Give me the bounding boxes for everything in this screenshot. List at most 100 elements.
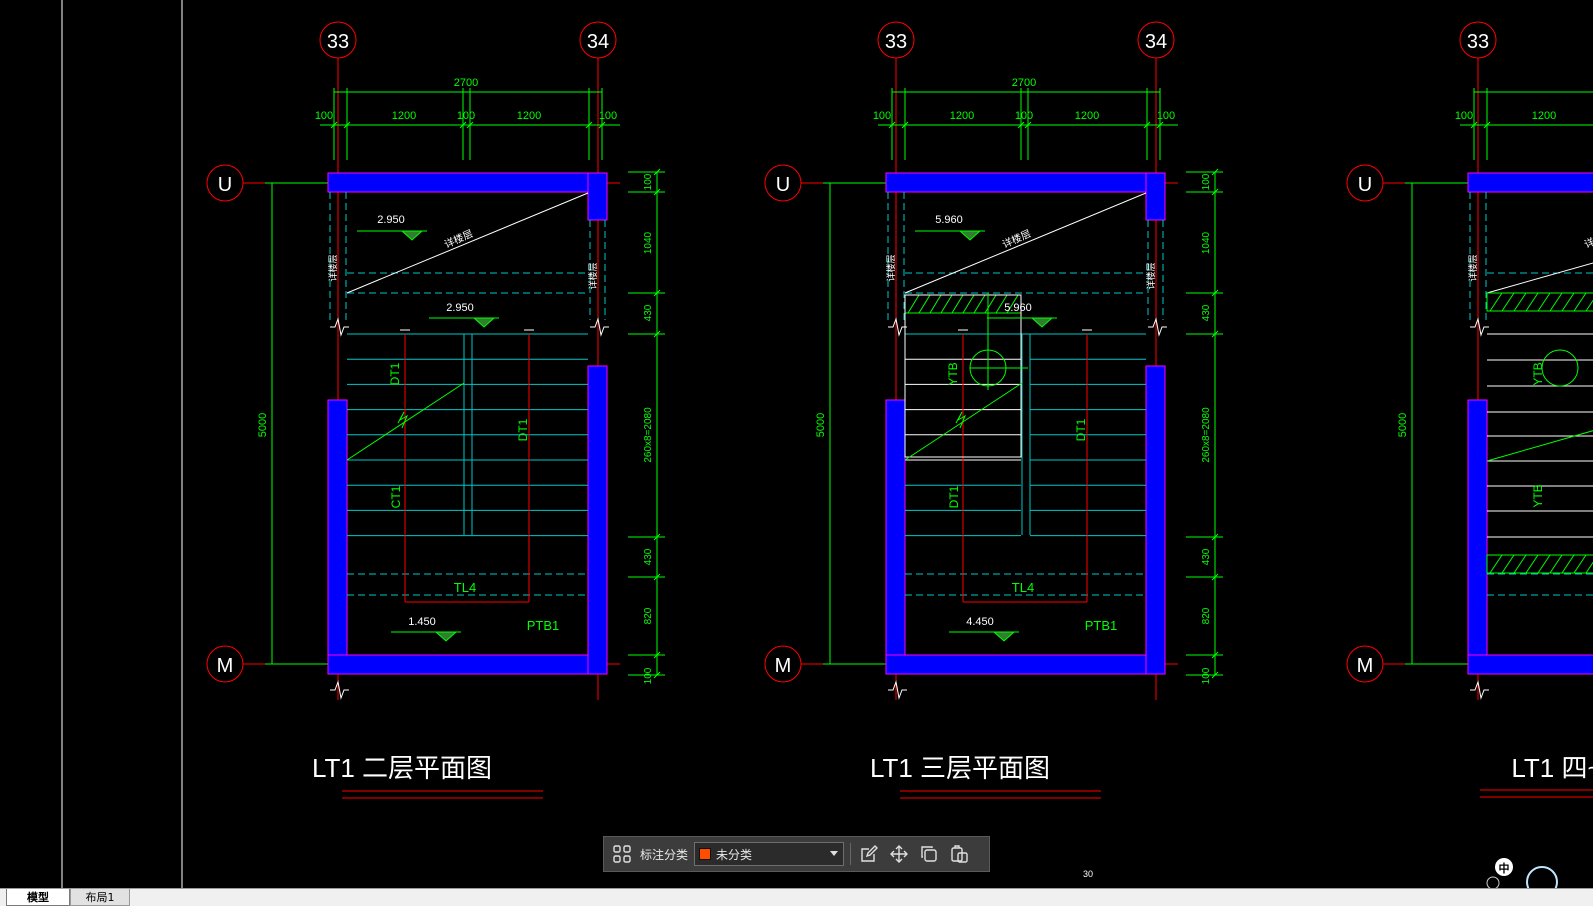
toolbar-separator xyxy=(850,843,852,865)
slab-label: 详楼层 xyxy=(1582,227,1593,251)
category-select-value: 未分类 xyxy=(716,847,753,862)
hatch-line xyxy=(1573,292,1587,312)
hatch-line xyxy=(1549,554,1563,574)
grid-bubble-label: 33 xyxy=(885,31,907,53)
wall-top xyxy=(1467,172,1593,193)
drawing-title: LT1 三层平面图 xyxy=(870,753,1050,783)
stair-plan-2: 33UM10012005000详楼层详楼层YTBYTBLT1 四~二十 xyxy=(1346,21,1593,798)
grid-icon[interactable] xyxy=(610,842,634,866)
dim-text: 5000 xyxy=(1397,413,1409,437)
hatch-line xyxy=(1489,554,1503,574)
grid-bubble-label: M xyxy=(217,655,234,677)
wall-left xyxy=(327,399,348,675)
wall-left xyxy=(885,399,906,675)
paste-icon[interactable] xyxy=(947,842,971,866)
wall-bottom xyxy=(327,654,608,675)
cad-drawing-canvas[interactable]: 33 34 U M 2700 100 1200 100 1200 100 5000 100 1040 43… xyxy=(0,0,1593,888)
chevron-down-icon xyxy=(829,847,839,861)
hatch-line xyxy=(1585,561,1593,574)
dim-text: 1200 xyxy=(392,110,416,122)
elevation-triangle xyxy=(400,230,424,241)
hatch-line xyxy=(1549,292,1563,312)
hatch-line xyxy=(1525,554,1539,574)
dim-text: 260x8=2080 xyxy=(643,407,654,463)
move-icon[interactable] xyxy=(887,842,911,866)
dim-text: 100 xyxy=(873,110,891,122)
dim-text: 100 xyxy=(457,110,475,122)
dim-text: 100 xyxy=(1015,110,1033,122)
annotation-toolbar: 标注分类 未分类 xyxy=(603,836,990,872)
wall-top xyxy=(327,172,608,193)
flight-label: DT1 xyxy=(1074,418,1088,441)
slab-type-label: PTB1 xyxy=(1085,618,1118,633)
dim-text: 430 xyxy=(643,548,654,565)
hatch-line xyxy=(1501,292,1515,312)
hatch-line xyxy=(962,294,975,314)
elevation-text: 2.950 xyxy=(446,302,474,314)
drawing-title: LT1 二层平面图 xyxy=(312,753,492,783)
side-label: 详楼层 xyxy=(587,262,598,289)
dim-text: 1040 xyxy=(1201,231,1212,254)
hatch-line xyxy=(1501,554,1515,574)
hatch-line xyxy=(1573,554,1587,574)
dim-text: 100 xyxy=(643,173,654,190)
side-label: 详楼层 xyxy=(1145,262,1156,289)
dim-text: 430 xyxy=(643,304,654,321)
copy-icon[interactable] xyxy=(917,842,941,866)
dim-text: 100 xyxy=(643,667,654,684)
dim-text: 100 xyxy=(315,110,333,122)
dim-text: 260x8=2080 xyxy=(1201,407,1212,463)
drawing-title: LT1 四~二十 xyxy=(1511,753,1593,783)
flight-label: DT1 xyxy=(947,485,961,508)
flight-label: YTB xyxy=(1531,484,1545,507)
hatch-line xyxy=(940,294,953,314)
hatch-line xyxy=(1561,292,1575,312)
break-mark xyxy=(1148,317,1167,337)
dim-text: 430 xyxy=(1201,304,1212,321)
elevation-text: 5.960 xyxy=(935,214,963,226)
dim-text: 100 xyxy=(1201,667,1212,684)
elevation-triangle xyxy=(434,631,458,642)
elevation-triangle xyxy=(958,230,982,241)
dim-text: 1200 xyxy=(1075,110,1099,122)
wall-bottom xyxy=(885,654,1166,675)
break-mark xyxy=(888,680,907,700)
dim-text: 1200 xyxy=(1532,110,1556,122)
hatch-line xyxy=(1513,554,1527,574)
edit-icon[interactable] xyxy=(857,842,881,866)
stair-plan-1: 33 34 U M 2700 100 1200 100 1200 100 5000 100 1040 43… xyxy=(764,21,1223,799)
dim-text: 820 xyxy=(1201,607,1212,624)
category-color-swatch xyxy=(699,848,712,860)
dim-text: 430 xyxy=(1201,548,1212,565)
hatch-line xyxy=(1537,554,1551,574)
dim-text: 100 xyxy=(1455,110,1473,122)
hatch-line xyxy=(1585,299,1593,312)
grid-bubble-label: U xyxy=(776,174,790,196)
beam-label: TL4 xyxy=(1012,580,1034,595)
wall-top xyxy=(885,172,1166,193)
slab-diagonal-line xyxy=(904,192,1147,294)
slab-type-label: PTB1 xyxy=(527,618,560,633)
grid-bubble-label: M xyxy=(1357,655,1374,677)
break-mark xyxy=(330,680,349,700)
hatch-line xyxy=(1561,554,1575,574)
category-label: 标注分类 xyxy=(640,847,689,862)
dim-text: 2700 xyxy=(1012,77,1036,89)
grid-bubble-label: 33 xyxy=(1467,31,1489,53)
dim-text: 820 xyxy=(643,607,654,624)
grid-bubble-label: 33 xyxy=(327,31,349,53)
flight-label: DT1 xyxy=(388,362,402,385)
flight-label: CT1 xyxy=(389,485,403,508)
wall-bottom xyxy=(1467,654,1593,675)
dim-text: 1200 xyxy=(950,110,974,122)
dim-text: 2700 xyxy=(454,77,478,89)
elevation-triangle xyxy=(472,317,496,328)
section-symbol xyxy=(1541,349,1579,387)
elevation-text: 5.960 xyxy=(1004,302,1032,314)
flight-label: DT1 xyxy=(516,418,530,441)
grid-bubble-label: M xyxy=(775,655,792,677)
category-select[interactable]: 未分类 xyxy=(694,842,845,866)
tab-layout1[interactable]: 布局1 xyxy=(70,889,130,906)
elevation-text: 4.450 xyxy=(966,616,994,628)
tab-model[interactable]: 模型 xyxy=(6,889,70,906)
